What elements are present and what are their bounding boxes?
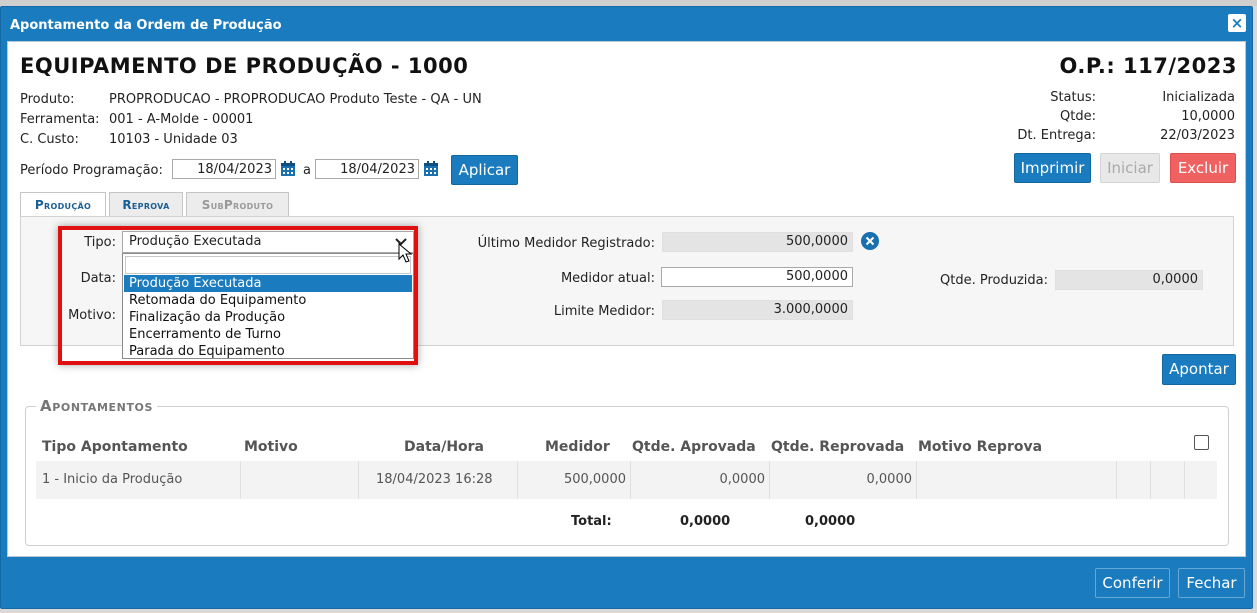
equipment-title: EQUIPAMENTO DE PRODUÇÃO - 1000 <box>20 54 469 78</box>
column-header-tipo[interactable]: Tipo Apontamento <box>42 439 188 455</box>
product-value: PROPRODUCAO - PROPRODUCAO Produto Teste … <box>109 92 482 107</box>
tipo-label: Tipo: <box>84 235 116 250</box>
tab-producao[interactable]: Produção <box>20 192 106 217</box>
row-qtde-reprovada: 0,0000 <box>866 472 913 487</box>
print-button[interactable]: Imprimir <box>1014 153 1091 183</box>
conferir-button[interactable]: Conferir <box>1095 568 1170 598</box>
delivery-date-value: 22/03/2023 <box>1160 128 1235 143</box>
delete-button[interactable]: Excluir <box>1170 153 1236 183</box>
tipo-dropdown: Produção Executada Retomada do Equipamen… <box>122 253 414 359</box>
start-button[interactable]: Iniciar <box>1100 153 1160 183</box>
qtde-produzida-value: 0,0000 <box>1055 270 1203 290</box>
column-header-medidor[interactable]: Medidor <box>545 439 610 455</box>
tipo-option-parada[interactable]: Parada do Equipamento <box>124 343 412 360</box>
period-label: Período Programação: <box>20 163 163 178</box>
cell-divider <box>240 461 241 499</box>
status-value: Inicializada <box>1162 90 1235 105</box>
qtde-produzida-label: Qtde. Produzida: <box>940 273 1048 288</box>
cost-center-label: C. Custo: <box>20 132 79 147</box>
delivery-date-label: Dt. Entrega: <box>1017 128 1096 143</box>
tipo-option-producao-executada[interactable]: Produção Executada <box>124 275 412 292</box>
limite-medidor-label: Limite Medidor: <box>553 304 655 319</box>
cost-center-value: 10103 - Unidade 03 <box>109 132 238 147</box>
status-label: Status: <box>1050 90 1096 105</box>
tipo-select-value: Produção Executada <box>129 234 262 249</box>
data-label: Data: <box>80 271 116 286</box>
row-medidor: 500,0000 <box>563 472 626 487</box>
qtde-value: 10,0000 <box>1181 109 1235 124</box>
motivo-label: Motivo: <box>68 308 116 323</box>
ultimo-medidor-label: Último Medidor Registrado: <box>477 236 655 251</box>
dialog-titlebar: Apontamento da Ordem de Produção × <box>1 7 1252 41</box>
total-aprovada: 0,0000 <box>680 514 731 529</box>
mouse-cursor-icon <box>398 243 412 263</box>
tool-value: 001 - A-Molde - 00001 <box>109 112 254 127</box>
column-header-qtde-aprovada[interactable]: Qtde. Aprovada <box>632 439 756 455</box>
dialog-content: EQUIPAMENTO DE PRODUÇÃO - 1000 O.P.: 117… <box>7 41 1246 557</box>
total-reprovada: 0,0000 <box>805 514 856 529</box>
cell-divider <box>1116 461 1117 499</box>
cell-divider <box>1184 461 1185 499</box>
total-label: Total: <box>571 514 612 529</box>
tipo-option-encerramento[interactable]: Encerramento de Turno <box>124 326 412 343</box>
production-dialog: Apontamento da Ordem de Produção × EQUIP… <box>0 6 1253 609</box>
column-header-motivo-reprova[interactable]: Motivo Reprova <box>918 439 1042 455</box>
row-tipo: 1 - Inicio da Produção <box>42 472 183 487</box>
row-datahora: 18/04/2023 16:28 <box>376 472 493 487</box>
apontar-button[interactable]: Apontar <box>1162 354 1236 385</box>
close-icon[interactable]: × <box>1228 14 1246 32</box>
cell-divider <box>769 461 770 499</box>
apontamentos-legend: Apontamentos <box>36 397 158 415</box>
table-row[interactable] <box>36 461 1217 499</box>
qtde-label: Qtde: <box>1060 109 1096 124</box>
clear-icon[interactable] <box>861 232 879 250</box>
tab-subproduto[interactable]: SubProduto <box>186 192 289 216</box>
period-start-input[interactable]: 18/04/2023 <box>172 159 276 179</box>
medidor-atual-label: Medidor atual: <box>560 271 655 286</box>
tipo-option-finalizacao[interactable]: Finalização da Produção <box>124 309 412 326</box>
period-end-input[interactable]: 18/04/2023 <box>315 159 419 179</box>
column-header-motivo[interactable]: Motivo <box>244 439 298 455</box>
tab-reprova[interactable]: Reprova <box>109 192 183 216</box>
tool-label: Ferramenta: <box>20 112 100 127</box>
ultimo-medidor-value: 500,0000 <box>662 232 853 252</box>
dialog-title: Apontamento da Ordem de Produção <box>10 18 282 33</box>
column-header-datahora[interactable]: Data/Hora <box>404 439 484 455</box>
limite-medidor-value: 3.000,0000 <box>662 300 853 320</box>
row-qtde-aprovada: 0,0000 <box>719 472 766 487</box>
select-all-checkbox[interactable] <box>1194 435 1209 450</box>
calendar-icon[interactable] <box>280 161 296 177</box>
cell-divider <box>630 461 631 499</box>
period-separator: a <box>303 163 311 178</box>
op-title: O.P.: 117/2023 <box>1059 54 1237 78</box>
medidor-atual-input[interactable]: 500,0000 <box>661 267 853 287</box>
tipo-select[interactable]: Produção Executada <box>122 231 414 253</box>
cell-divider <box>358 461 359 499</box>
apply-button[interactable]: Aplicar <box>451 155 518 185</box>
column-header-qtde-reprovada[interactable]: Qtde. Reprovada <box>771 439 904 455</box>
product-label: Produto: <box>20 92 75 107</box>
cell-divider <box>916 461 917 499</box>
cell-divider <box>1150 461 1151 499</box>
cell-divider <box>517 461 518 499</box>
tipo-option-retomada[interactable]: Retomada do Equipamento <box>124 292 412 309</box>
dropdown-search-input[interactable] <box>125 256 411 274</box>
calendar-icon[interactable] <box>423 161 439 177</box>
fechar-button[interactable]: Fechar <box>1178 568 1245 598</box>
